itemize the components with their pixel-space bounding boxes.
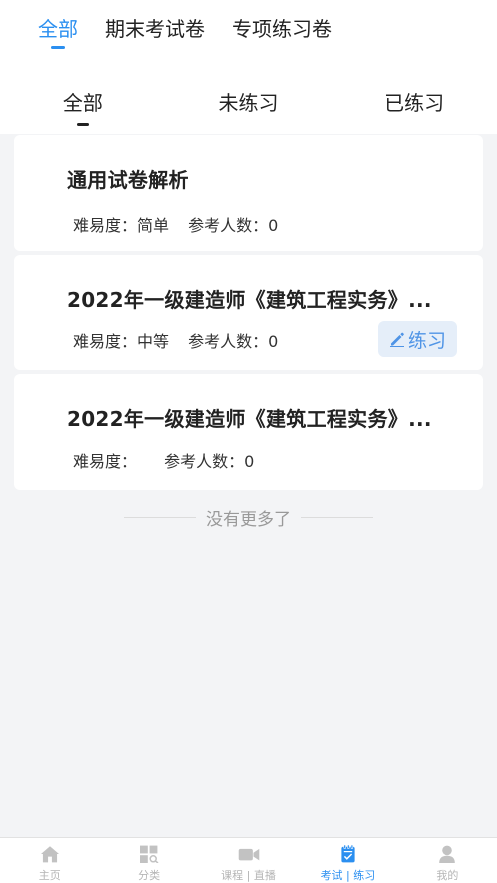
participants-value: 0 (268, 332, 279, 351)
paper-title: 通用试卷解析 (67, 168, 189, 192)
filter-unpracticed[interactable]: 未练习 (166, 70, 332, 134)
video-icon (238, 848, 259, 861)
filter-all[interactable]: 全部 (0, 70, 166, 134)
paper-card[interactable]: 2022年一级建造师《建筑工程实务》... 难易度：中等 参考人数：0 练习 (14, 255, 483, 370)
nav-profile[interactable]: 我的 (398, 838, 497, 883)
divider-line (301, 516, 373, 518)
paper-title: 2022年一级建造师《建筑工程实务》... (67, 407, 432, 431)
home-icon (40, 846, 59, 863)
nav-label: 课程 | 直播 (221, 869, 276, 882)
difficulty-label: 难易度： (73, 216, 138, 235)
pencil-icon (389, 332, 404, 347)
paper-meta: 难易度：简单 参考人数：0 (73, 212, 288, 236)
filter-practiced[interactable]: 已练习 (331, 70, 497, 134)
user-icon (439, 845, 456, 863)
participants-value: 0 (268, 216, 279, 235)
paper-meta: 难易度： 参考人数：0 (73, 448, 264, 472)
nav-label: 主页 (38, 869, 61, 882)
nav-courses-live[interactable]: 课程 | 直播 (199, 838, 298, 883)
nav-label: 分类 (138, 869, 161, 882)
participants-label: 参考人数： (164, 452, 245, 471)
difficulty-value: 简单 (137, 216, 170, 235)
category-icon (140, 845, 159, 863)
nav-category[interactable]: 分类 (99, 838, 198, 883)
tab-all-papers[interactable]: 全部 (38, 14, 78, 49)
nav-home[interactable]: 主页 (0, 838, 99, 883)
participants-label: 参考人数： (188, 332, 269, 351)
nav-label: 考试 | 练习 (320, 869, 376, 882)
filter-label: 已练习 (384, 91, 445, 115)
filter-label: 全部 (62, 91, 103, 115)
bottom-navigation: 主页 分类 课程 | 直播 考试 | 练习 我的 (0, 837, 497, 883)
tab-special-practice[interactable]: 专项练习卷 (232, 14, 332, 44)
difficulty-label: 难易度： (73, 452, 138, 471)
divider-line (124, 516, 196, 518)
difficulty-label: 难易度： (73, 332, 138, 351)
tab-label: 全部 (38, 17, 78, 41)
practice-button-label: 练习 (407, 329, 446, 352)
active-tab-indicator (51, 46, 65, 49)
difficulty-value: 中等 (137, 332, 170, 351)
practice-button[interactable]: 练习 (378, 321, 457, 357)
app-root: 全部 期末考试卷 专项练习卷 全部 未练习 已练习 通用试卷解析 难易度：简单 … (0, 0, 497, 883)
tab-label: 专项练习卷 (232, 17, 332, 41)
paper-title: 2022年一级建造师《建筑工程实务》... (67, 288, 432, 312)
participants-label: 参考人数： (188, 216, 269, 235)
no-more-text: 没有更多了 (206, 509, 291, 530)
tab-final-exam[interactable]: 期末考试卷 (105, 14, 205, 44)
tab-label: 期末考试卷 (105, 17, 205, 41)
status-filter-tabs: 全部 未练习 已练习 (0, 70, 497, 134)
list-end-indicator: 没有更多了 (0, 506, 497, 530)
filter-label: 未练习 (218, 91, 279, 115)
category-tabs: 全部 期末考试卷 专项练习卷 (0, 0, 497, 70)
active-filter-indicator (76, 123, 89, 126)
paper-meta: 难易度：中等 参考人数：0 (73, 328, 288, 352)
paper-card[interactable]: 2022年一级建造师《建筑工程实务》... 难易度： 参考人数：0 (14, 374, 483, 490)
exam-icon (341, 845, 355, 863)
nav-label: 我的 (436, 869, 459, 882)
paper-card[interactable]: 通用试卷解析 难易度：简单 参考人数：0 (14, 135, 483, 251)
participants-value: 0 (244, 452, 255, 471)
nav-exam-practice[interactable]: 考试 | 练习 (298, 838, 397, 883)
